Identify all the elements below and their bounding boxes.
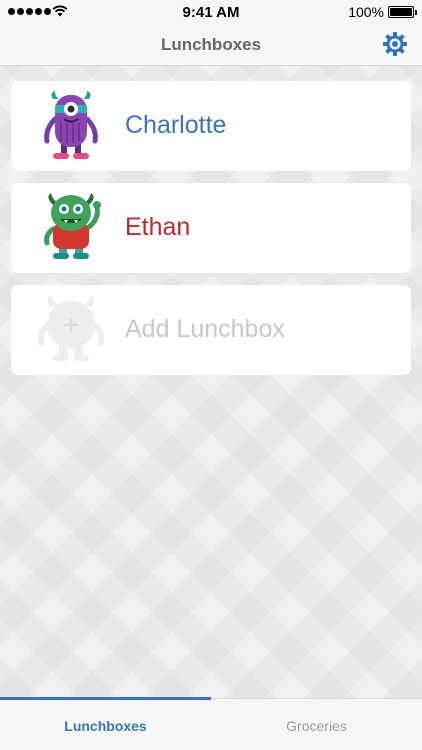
tab-groceries[interactable]: Groceries — [211, 699, 422, 750]
lunchbox-card-ethan[interactable]: Ethan — [11, 183, 411, 273]
add-lunchbox-card[interactable]: Add Lunchbox — [11, 285, 411, 375]
nav-bar: Lunchboxes — [0, 24, 422, 66]
lunchbox-card-charlotte[interactable]: Charlotte — [11, 81, 411, 171]
lunchbox-name: Charlotte — [125, 111, 227, 139]
battery-icon — [388, 6, 417, 18]
status-bar: 9:41 AM 100% — [0, 0, 422, 24]
add-lunchbox-label: Add Lunchbox — [125, 315, 285, 343]
add-monster-placeholder-icon — [37, 295, 105, 361]
lunchbox-list: Charlotte Ethan Add Lunchbox — [0, 66, 422, 698]
tab-lunchboxes[interactable]: Lunchboxes — [0, 699, 211, 750]
tab-bar: Lunchboxes Groceries — [0, 697, 422, 750]
green-monster-icon — [44, 193, 101, 259]
lunchbox-name: Ethan — [125, 213, 191, 241]
purple-monster-icon — [44, 91, 98, 159]
page-title: Lunchboxes — [160, 35, 262, 54]
gear-icon[interactable] — [382, 31, 408, 57]
battery-percentage: 100% — [348, 4, 384, 20]
